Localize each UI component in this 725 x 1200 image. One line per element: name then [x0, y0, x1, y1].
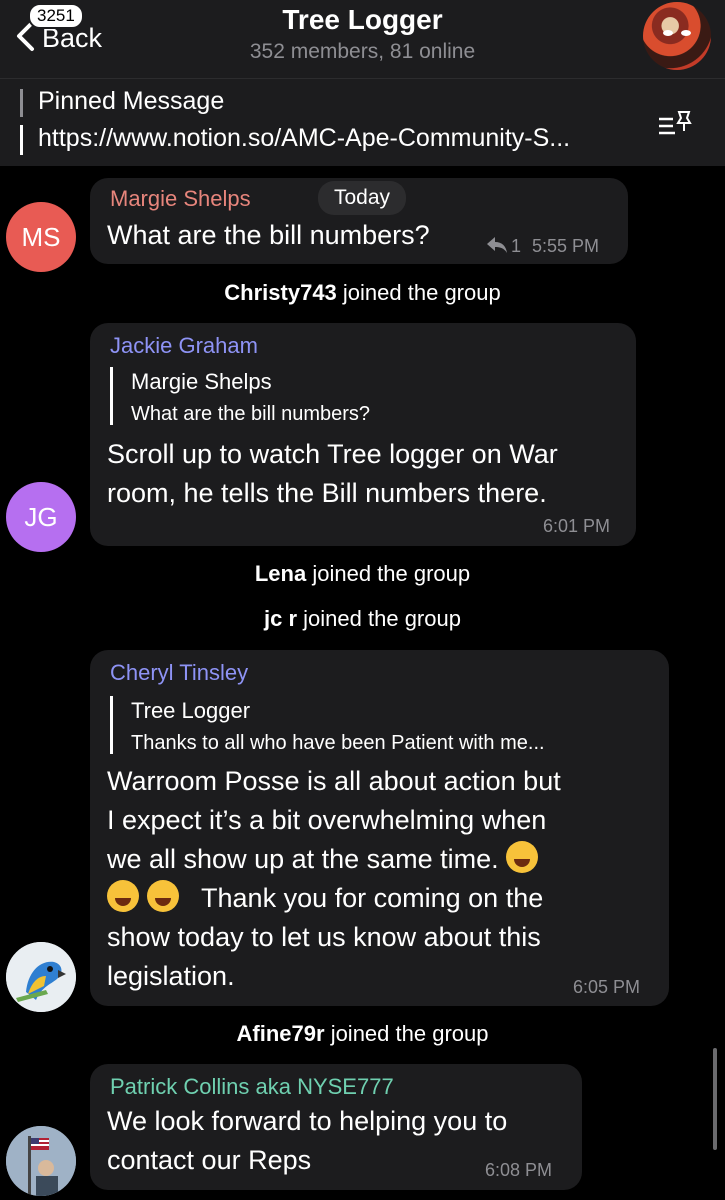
pinned-message-bar[interactable]: Pinned Message https://www.notion.so/AMC…: [0, 78, 725, 166]
message-text-line: Thank you for coming on the: [107, 879, 543, 918]
message-time: 6:08 PM: [485, 1160, 553, 1180]
sender-name[interactable]: Jackie Graham: [110, 333, 258, 359]
message-time: 5:55 PM: [532, 236, 600, 256]
message-text-line: we all show up at the same time.: [107, 840, 539, 879]
sender-name[interactable]: Patrick Collins aka NYSE777: [110, 1074, 394, 1100]
group-avatar[interactable]: [643, 2, 711, 70]
service-action: joined the group: [342, 280, 501, 305]
sender-name[interactable]: Cheryl Tinsley: [110, 660, 248, 686]
avatar-patrick-collins[interactable]: [6, 1126, 76, 1196]
message-text-line: room, he tells the Bill numbers there.: [107, 478, 547, 508]
message-text-line: We look forward to helping you to: [107, 1106, 508, 1136]
tears-of-joy-emoji-icon: [146, 880, 179, 912]
avatar-margie-shelps[interactable]: MS: [6, 202, 76, 272]
message-text-line: show today to let us know about this: [107, 922, 541, 952]
service-user[interactable]: Christy743: [224, 280, 337, 305]
tears-of-joy-emoji-icon: [107, 880, 139, 912]
pinned-title: Pinned Message: [38, 87, 225, 115]
message-time: 6:05 PM: [573, 977, 641, 997]
quote-sender[interactable]: Tree Logger: [131, 698, 250, 724]
date-badge: Today: [318, 181, 406, 215]
message-text-span: Thank you for coming on the: [201, 883, 544, 913]
pinned-list-icon[interactable]: [657, 109, 693, 139]
service-action: joined the group: [330, 1021, 489, 1046]
tears-of-joy-emoji-icon: [506, 841, 539, 873]
message-text-line: Scroll up to watch Tree logger on War: [107, 439, 558, 469]
message-text-line: contact our Reps: [107, 1145, 312, 1175]
pinned-text: https://www.notion.so/AMC-Ape-Community-…: [38, 124, 571, 152]
message-bubble[interactable]: Jackie Graham Margie Shelps What are the…: [90, 323, 636, 546]
message-text-line: I expect it’s a bit overwhelming when: [107, 805, 547, 835]
service-message: Afine79r joined the group: [0, 1021, 725, 1047]
service-action: joined the group: [312, 561, 471, 586]
service-message: Christy743 joined the group: [0, 280, 725, 306]
avatar-cheryl-tinsley[interactable]: [6, 942, 76, 1012]
service-message: Lena joined the group: [0, 561, 725, 587]
message-text-line: legislation.: [107, 961, 235, 991]
quote-text[interactable]: Thanks to all who have been Patient with…: [131, 732, 545, 755]
message-text: What are the bill numbers?: [107, 220, 430, 250]
service-user[interactable]: Lena: [255, 561, 306, 586]
service-user[interactable]: Afine79r: [237, 1021, 325, 1046]
message-text-span: we all show up at the same time.: [107, 844, 499, 874]
message-text-line: Warroom Posse is all about action but: [107, 766, 561, 796]
message-bubble[interactable]: Patrick Collins aka NYSE777 We look forw…: [90, 1064, 582, 1190]
chat-header: Back 3251 Tree Logger 352 members, 81 on…: [0, 0, 725, 78]
message-time: 6:01 PM: [543, 516, 611, 536]
flag-avatar-image: [6, 1126, 76, 1196]
scrollbar[interactable]: [713, 1048, 717, 1150]
quote-sender[interactable]: Margie Shelps: [131, 369, 272, 395]
quote-text[interactable]: What are the bill numbers?: [131, 403, 370, 426]
message-bubble[interactable]: Cheryl Tinsley Tree Logger Thanks to all…: [90, 650, 669, 1006]
parrot-avatar-image: [6, 942, 76, 1012]
service-user[interactable]: jc r: [264, 606, 297, 631]
quote-bar: [110, 696, 113, 754]
quote-bar: [110, 367, 113, 425]
reply-arrow-icon: [487, 237, 507, 253]
service-action: joined the group: [303, 606, 461, 631]
date-badge-label: Today: [333, 186, 391, 209]
avatar-jackie-graham[interactable]: JG: [6, 482, 76, 552]
members-status: 352 members, 81 online: [249, 40, 476, 63]
reply-count[interactable]: 1: [511, 236, 521, 257]
service-message: jc r joined the group: [0, 606, 725, 632]
sender-name[interactable]: Margie Shelps: [110, 186, 251, 212]
chat-title[interactable]: Tree Logger: [0, 4, 725, 36]
